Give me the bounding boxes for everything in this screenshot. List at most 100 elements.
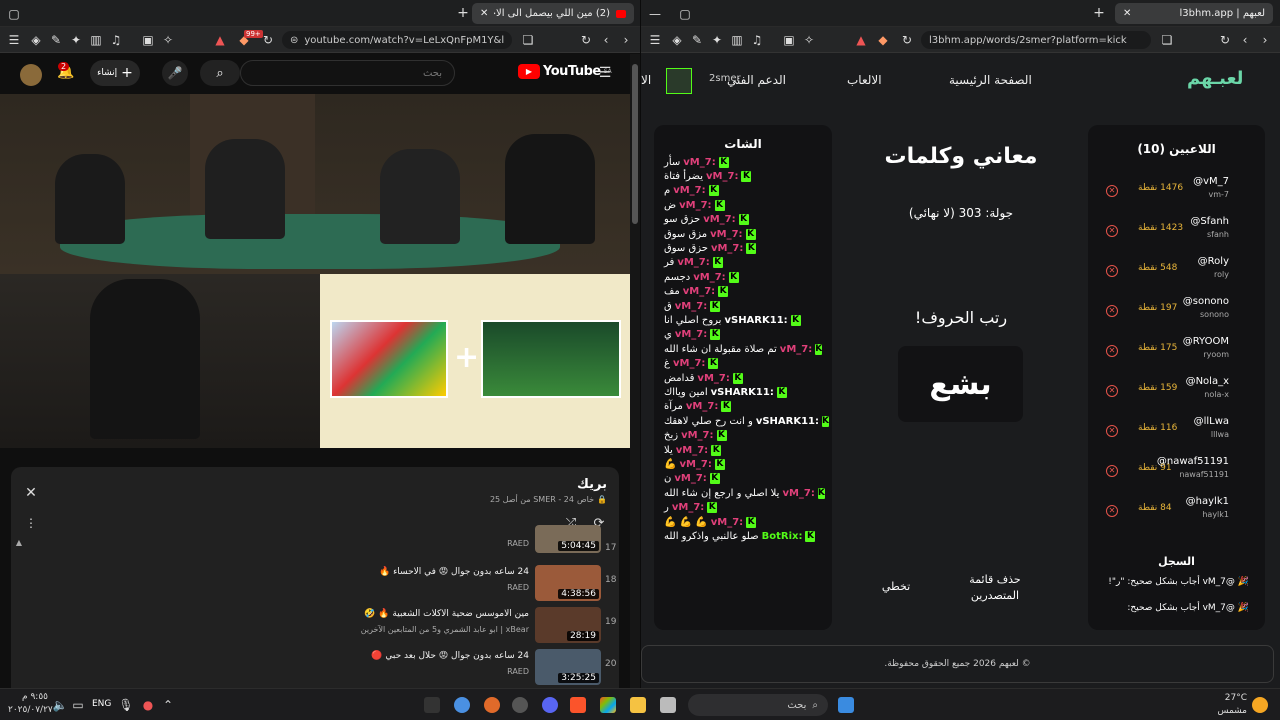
chat-username[interactable]: vM_7: [683, 286, 715, 297]
skip-button[interactable]: تخطي [873, 580, 919, 593]
chat-username[interactable]: vM_7: [675, 301, 707, 312]
app-tray-icon[interactable]: ● [140, 697, 156, 713]
chat-username[interactable]: vM_7: [673, 185, 705, 196]
bookmark-icon[interactable]: ❏ [520, 32, 536, 48]
chat-username[interactable]: vM_7: [782, 488, 814, 499]
chat-username[interactable]: vM_7: [711, 243, 743, 254]
chat-username[interactable]: vM_7: [780, 344, 812, 355]
list-item[interactable]: 18 4:38:56 24 ساعه بدون جوال 😡 في الاحسا… [11, 563, 619, 603]
new-tab-icon[interactable]: + [455, 5, 471, 21]
shield-icon[interactable]: ◈ [28, 32, 44, 48]
chat-username[interactable]: BotRix: [762, 531, 803, 542]
clear-leaderboard-button[interactable]: حذف قائمة المتصدرين [959, 572, 1031, 604]
remove-player-icon[interactable]: ✕ [1106, 465, 1118, 477]
remove-player-icon[interactable]: ✕ [1106, 425, 1118, 437]
chat-username[interactable]: vM_7: [677, 257, 709, 268]
forward-icon[interactable]: › [1257, 32, 1273, 48]
clock[interactable]: ٩:٥٥ م ٢٠٢٥/٠٧/٢٧ [8, 691, 53, 717]
shield-icon[interactable]: ◈ [669, 32, 685, 48]
language-indicator[interactable]: ENG [92, 699, 111, 709]
nav-support[interactable]: الدعم الفني [727, 73, 786, 87]
epic-games-icon[interactable] [424, 697, 440, 713]
close-tab-icon[interactable]: ✕ [480, 8, 488, 19]
sidebar-panel-icon[interactable]: ▢ [6, 6, 22, 22]
microphone-icon[interactable]: 🎙 [118, 697, 134, 713]
avatar[interactable] [666, 68, 692, 94]
chat-username[interactable]: vM_7: [679, 459, 711, 470]
chat-username[interactable]: vM_7: [683, 157, 715, 168]
refresh-icon[interactable]: ↻ [578, 32, 594, 48]
player-row[interactable]: ✕ 1476 نقطة @vM_7 vm-7 [1100, 171, 1253, 211]
menu-icon[interactable]: ☰ [6, 32, 22, 48]
brave-shield-icon[interactable]: ◆ [875, 32, 891, 48]
mic-icon[interactable]: 🎤 [162, 60, 188, 86]
search-input[interactable]: بحث [240, 60, 455, 86]
tab-l3bhm[interactable]: لعبهم | l3bhm.app ✕ [1115, 3, 1273, 24]
windows-start-icon[interactable] [838, 697, 854, 713]
brave-icon[interactable] [570, 697, 586, 713]
chat-username[interactable]: vM_7: [673, 358, 705, 369]
leo-icon[interactable]: ✦ [709, 32, 725, 48]
nav-more[interactable]: الا [641, 73, 651, 87]
remove-player-icon[interactable]: ✕ [1106, 305, 1118, 317]
video-thumbnail[interactable]: 28:19 [535, 607, 601, 643]
video-thumbnail[interactable]: 4:38:56 [535, 565, 601, 601]
site-logo[interactable]: لعبـهم [1187, 68, 1243, 89]
minimize-icon[interactable]: — [647, 6, 663, 22]
screenshot-icon[interactable]: ▣ [781, 32, 797, 48]
url-field[interactable]: l3bhm.app/words/2smer?platform=kick [921, 31, 1151, 49]
chat-username[interactable]: vSHARK11: [711, 387, 774, 398]
remove-player-icon[interactable]: ✕ [1106, 225, 1118, 237]
remove-player-icon[interactable]: ✕ [1106, 505, 1118, 517]
nav-home[interactable]: الصفحة الرئيسية [949, 73, 1032, 87]
url-field[interactable]: ⊜ youtube.com/watch?v=LeLxQnFpM1Y&list..… [282, 31, 512, 49]
player-row[interactable]: ✕ 548 نقطة @Roly roly [1100, 251, 1253, 291]
obs-icon[interactable] [512, 697, 528, 713]
vpn-triangle-icon[interactable]: ▲ [212, 32, 228, 48]
new-tab-icon[interactable]: + [1091, 5, 1107, 21]
hamburger-icon[interactable]: ☰ [597, 65, 613, 81]
puzzle-icon[interactable]: ✧ [801, 32, 817, 48]
create-button[interactable]: إنشاء + [90, 60, 140, 86]
chat-username[interactable]: vM_7: [686, 401, 718, 412]
chat-username[interactable]: vM_7: [674, 473, 706, 484]
remove-player-icon[interactable]: ✕ [1106, 385, 1118, 397]
chat-username[interactable]: vM_7: [679, 200, 711, 211]
reload-icon[interactable]: ↻ [260, 32, 276, 48]
close-icon[interactable]: ✕ [23, 485, 39, 501]
sidebar-icon[interactable]: ▥ [88, 32, 104, 48]
player-row[interactable]: ✕ 91 نقطة @nawaf51191 nawaf51191 [1100, 451, 1253, 491]
chat-username[interactable]: vM_7: [703, 214, 735, 225]
more-options-icon[interactable]: ⋮ [23, 515, 39, 531]
search-button[interactable]: ⌕ [200, 60, 240, 86]
player-row[interactable]: ✕ 116 نقطة @llLwa lllwa [1100, 411, 1253, 451]
chrome-icon[interactable] [454, 697, 470, 713]
music-icon[interactable]: ♫ [749, 32, 765, 48]
video-thumbnail[interactable]: 3:25:25 [535, 649, 601, 685]
nav-games[interactable]: الالعاب [847, 73, 882, 87]
screenshot-icon[interactable]: ▣ [140, 32, 156, 48]
sidebar-icon[interactable]: ▥ [729, 32, 745, 48]
bookmark-icon[interactable]: ❏ [1159, 32, 1175, 48]
close-tab-icon[interactable]: ✕ [1123, 8, 1131, 19]
file-explorer-icon[interactable] [630, 697, 646, 713]
vpn-triangle-icon[interactable]: ▲ [853, 32, 869, 48]
leo-icon[interactable]: ✦ [68, 32, 84, 48]
remove-player-icon[interactable]: ✕ [1106, 185, 1118, 197]
scrollbar-thumb[interactable] [632, 64, 638, 224]
chat-username[interactable]: vM_7: [693, 272, 725, 283]
music-icon[interactable]: ♫ [108, 32, 124, 48]
refresh-icon[interactable]: ↻ [1217, 32, 1233, 48]
reload-icon[interactable]: ↻ [899, 32, 915, 48]
chat-username[interactable]: vM_7: [711, 517, 743, 528]
chat-username[interactable]: vSHARK11: [756, 416, 819, 427]
network-icon[interactable]: ▭ [70, 697, 86, 713]
extensions-icon[interactable]: ✎ [48, 32, 64, 48]
taskbar-search[interactable]: بحث ⌕ [688, 694, 828, 716]
video-thumbnail[interactable]: 5:04:45 [535, 525, 601, 553]
list-item[interactable]: 20 3:25:25 24 ساعه بدون جوال 😡 حلال بعد … [11, 647, 619, 687]
chat-username[interactable]: vM_7: [681, 430, 713, 441]
extensions-icon[interactable]: ✎ [689, 32, 705, 48]
chat-username[interactable]: vM_7: [697, 373, 729, 384]
forward-icon[interactable]: › [618, 32, 634, 48]
